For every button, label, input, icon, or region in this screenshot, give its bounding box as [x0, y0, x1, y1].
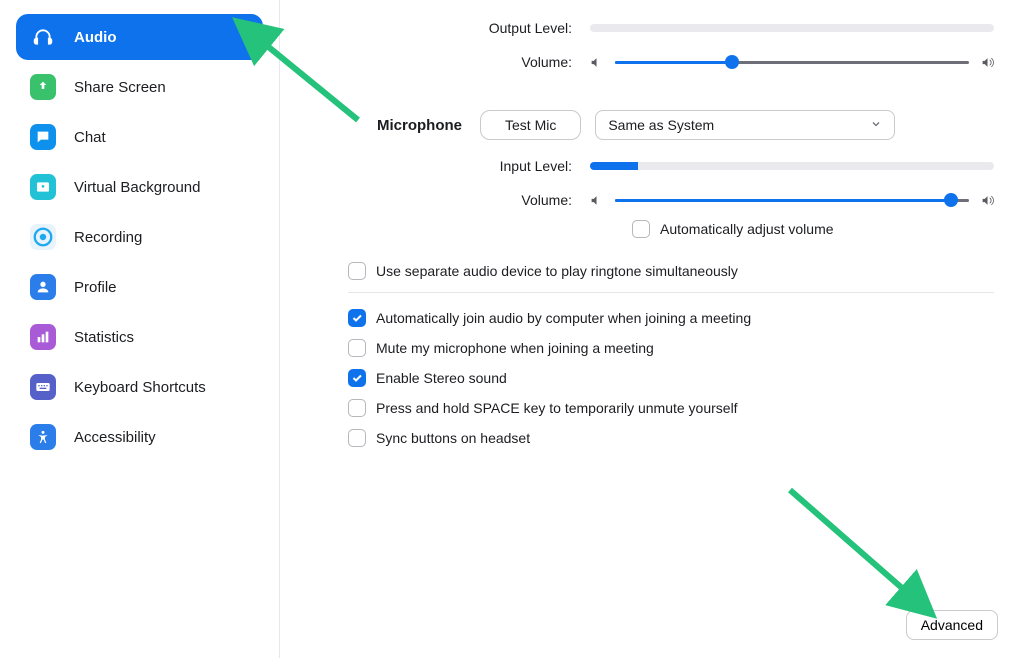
sidebar-item-accessibility[interactable]: Accessibility	[16, 414, 263, 460]
sidebar-item-audio[interactable]: Audio	[16, 14, 263, 60]
sidebar-item-recording[interactable]: Recording	[16, 214, 263, 260]
sidebar-item-label: Audio	[74, 29, 117, 46]
speaker-low-icon	[590, 194, 603, 207]
accessibility-icon	[30, 424, 56, 450]
separate-ringtone-checkbox[interactable]	[348, 262, 366, 280]
sidebar-item-label: Statistics	[74, 329, 134, 346]
chat-icon	[30, 124, 56, 150]
auto-join-audio-label: Automatically join audio by computer whe…	[376, 310, 751, 326]
user-icon	[30, 274, 56, 300]
sidebar-item-virtual-background[interactable]: Virtual Background	[16, 164, 263, 210]
auto-join-audio-checkbox[interactable]	[348, 309, 366, 327]
divider	[348, 292, 994, 293]
sidebar-item-label: Keyboard Shortcuts	[74, 379, 206, 396]
sidebar-item-statistics[interactable]: Statistics	[16, 314, 263, 360]
image-icon	[30, 174, 56, 200]
input-volume-label: Volume:	[300, 192, 590, 208]
input-level-meter	[590, 162, 994, 170]
sidebar-item-label: Recording	[74, 229, 142, 246]
advanced-button[interactable]: Advanced	[906, 610, 998, 640]
sidebar-item-keyboard-shortcuts[interactable]: Keyboard Shortcuts	[16, 364, 263, 410]
record-icon	[30, 224, 56, 250]
output-volume-slider[interactable]	[615, 54, 969, 70]
share-screen-icon	[30, 74, 56, 100]
mic-device-select[interactable]: Same as System	[595, 110, 895, 140]
keyboard-icon	[30, 374, 56, 400]
sidebar-item-share-screen[interactable]: Share Screen	[16, 64, 263, 110]
speaker-low-icon	[590, 56, 603, 69]
stats-icon	[30, 324, 56, 350]
speaker-high-icon	[981, 194, 994, 207]
space-unmute-checkbox[interactable]	[348, 399, 366, 417]
input-volume-slider[interactable]	[615, 192, 969, 208]
sidebar-item-chat[interactable]: Chat	[16, 114, 263, 160]
mute-mic-on-join-checkbox[interactable]	[348, 339, 366, 357]
enable-stereo-checkbox[interactable]	[348, 369, 366, 387]
output-level-meter	[590, 24, 994, 32]
chevron-down-icon	[870, 117, 882, 133]
enable-stereo-label: Enable Stereo sound	[376, 370, 507, 386]
output-level-label: Output Level:	[300, 20, 590, 36]
headphones-icon	[30, 24, 56, 50]
audio-settings-panel: Output Level: Volume: Microphone	[280, 0, 1024, 658]
sidebar-item-profile[interactable]: Profile	[16, 264, 263, 310]
sync-headset-label: Sync buttons on headset	[376, 430, 530, 446]
auto-adjust-volume-label: Automatically adjust volume	[660, 221, 834, 237]
space-unmute-label: Press and hold SPACE key to temporarily …	[376, 400, 738, 416]
output-volume-label: Volume:	[300, 54, 590, 70]
microphone-section-label: Microphone	[300, 117, 480, 134]
sidebar-item-label: Accessibility	[74, 429, 156, 446]
auto-adjust-volume-checkbox[interactable]	[632, 220, 650, 238]
test-mic-button[interactable]: Test Mic	[480, 110, 581, 140]
sidebar-item-label: Virtual Background	[74, 179, 200, 196]
mute-mic-on-join-label: Mute my microphone when joining a meetin…	[376, 340, 654, 356]
input-level-label: Input Level:	[300, 158, 590, 174]
settings-sidebar: Audio Share Screen Chat Virtual Backgrou…	[0, 0, 280, 658]
separate-ringtone-label: Use separate audio device to play ringto…	[376, 263, 738, 279]
sync-headset-checkbox[interactable]	[348, 429, 366, 447]
mic-device-selected: Same as System	[608, 117, 714, 133]
speaker-high-icon	[981, 56, 994, 69]
sidebar-item-label: Profile	[74, 279, 117, 296]
sidebar-item-label: Share Screen	[74, 79, 166, 96]
sidebar-item-label: Chat	[74, 129, 106, 146]
